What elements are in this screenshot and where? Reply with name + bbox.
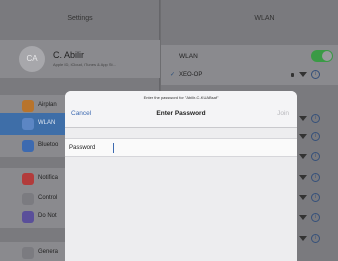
- info-icon[interactable]: i: [311, 193, 320, 202]
- gear-icon: [22, 247, 34, 259]
- dialog-prompt: Enter the password for "Abilir-C-KUABsaf…: [143, 95, 219, 100]
- password-label: Password: [69, 145, 96, 151]
- join-button[interactable]: Join: [277, 110, 289, 117]
- info-icon[interactable]: i: [311, 173, 320, 182]
- avatar: CA: [19, 46, 45, 72]
- wlan-label: WLAN: [179, 53, 198, 60]
- text-cursor: [113, 143, 114, 153]
- control-center-icon: [22, 193, 34, 205]
- sidebar-item-label: Do Not: [38, 213, 57, 219]
- wlan-title: WLAN: [254, 15, 275, 22]
- info-icon[interactable]: i: [311, 114, 320, 123]
- wifi-signal-icon: [299, 134, 307, 139]
- info-icon[interactable]: i: [311, 152, 320, 161]
- wifi-signal-icon: [299, 215, 307, 220]
- sidebar-item-label: Genera: [38, 249, 59, 255]
- wifi-signal-icon: [299, 195, 307, 200]
- profile-subtitle: Apple ID, iCloud, iTunes & App St...: [53, 62, 116, 67]
- wlan-group: WLAN ✓ XEO-OP i: [161, 45, 338, 85]
- info-icon[interactable]: i: [311, 132, 320, 141]
- sidebar-item-label: WLAN: [38, 120, 56, 126]
- info-icon[interactable]: i: [311, 213, 320, 222]
- dialog-header: Enter the password for "Abilir-C-KUABsaf…: [65, 91, 297, 128]
- cancel-button[interactable]: Cancel: [71, 110, 91, 117]
- info-icon[interactable]: i: [311, 70, 320, 79]
- wifi-signal-icon: [299, 154, 307, 159]
- sidebar-item-label: Control: [38, 195, 58, 201]
- lock-icon: [291, 73, 294, 77]
- password-field[interactable]: Password: [65, 138, 297, 157]
- wifi-signal-icon: [299, 175, 307, 180]
- wifi-signal-icon: [299, 72, 307, 77]
- apple-id-profile[interactable]: CA C. Abilir Apple ID, iCloud, iTunes & …: [0, 40, 160, 78]
- info-icon[interactable]: i: [311, 234, 320, 243]
- network-indicators: i: [285, 70, 335, 80]
- ipad-screen: iPad 10:58 AM Not Charging Settings CA C…: [0, 0, 338, 261]
- sidebar-item-label: Bluetoo: [38, 142, 59, 148]
- wifi-signal-icon: [299, 236, 307, 241]
- wifi-icon: [22, 118, 34, 130]
- profile-name: C. Abilir: [53, 50, 85, 60]
- sidebar-item-label: Airplan: [38, 102, 57, 108]
- moon-icon: [22, 211, 34, 223]
- bluetooth-icon: [22, 140, 34, 152]
- connected-network-row[interactable]: ✓ XEO-OP i: [161, 65, 338, 85]
- dialog-title: Enter Password: [156, 110, 206, 117]
- checkmark-icon: ✓: [170, 72, 176, 78]
- notifications-icon: [22, 173, 34, 185]
- sidebar-item-label: Notifica: [38, 175, 59, 181]
- network-name: XEO-OP: [179, 72, 203, 78]
- toggle-knob: [322, 51, 332, 61]
- enter-password-dialog: Enter the password for "Abilir-C-KUABsaf…: [65, 91, 297, 261]
- wlan-toggle[interactable]: [311, 50, 333, 62]
- settings-title: Settings: [67, 15, 93, 22]
- airplane-icon: [22, 100, 34, 112]
- wifi-signal-icon: [299, 116, 307, 121]
